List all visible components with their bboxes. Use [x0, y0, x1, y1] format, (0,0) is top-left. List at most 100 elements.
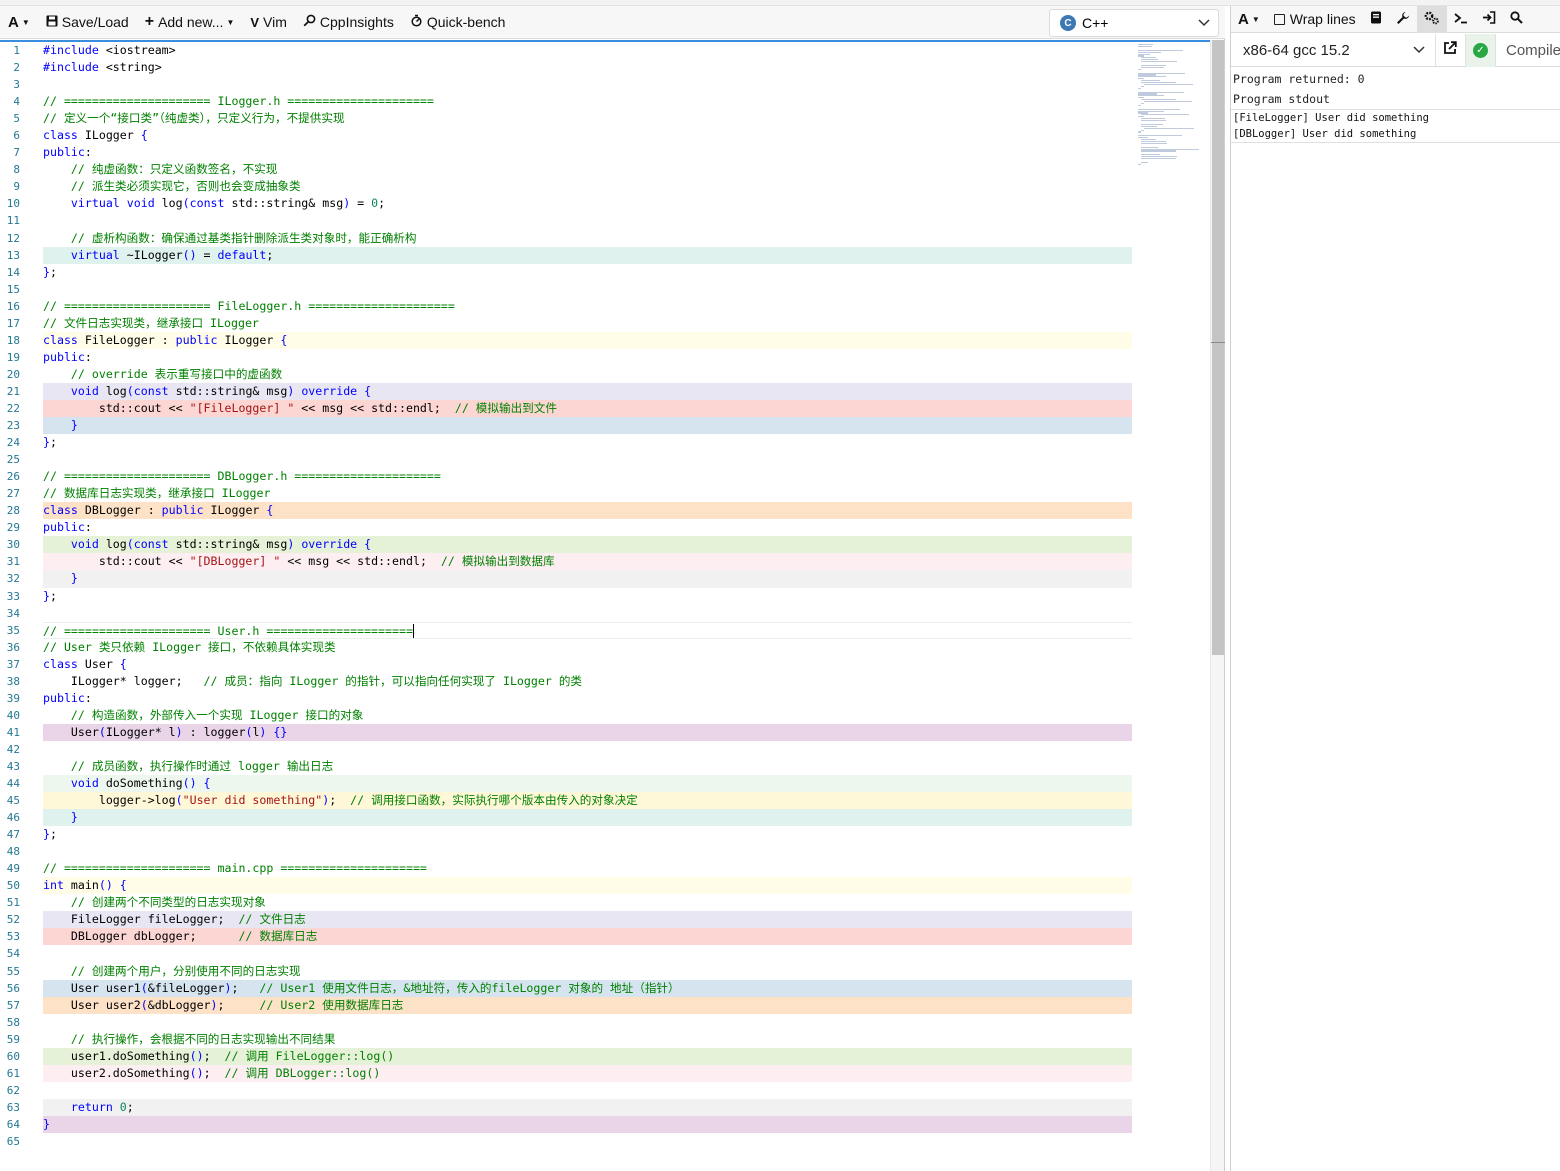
popout-button[interactable]: [1436, 33, 1466, 67]
line-content[interactable]: User user1(&fileLogger); // User1 使用文件日志…: [43, 979, 1132, 997]
line-content[interactable]: class FileLogger : public ILogger {: [43, 331, 1132, 349]
code-line[interactable]: 52 FileLogger fileLogger; // 文件日志: [0, 911, 1132, 929]
line-content[interactable]: int main() {: [43, 877, 1132, 895]
code-line[interactable]: 18 class FileLogger : public ILogger {: [0, 331, 1132, 349]
line-content[interactable]: // 文件日志实现类，继承接口 ILogger: [43, 315, 1132, 332]
line-content[interactable]: [43, 281, 1132, 298]
line-content[interactable]: // ===================== main.cpp ======…: [43, 860, 1132, 877]
line-content[interactable]: virtual ~ILogger() = default;: [43, 246, 1132, 264]
terminal-button[interactable]: [1447, 6, 1475, 33]
line-content[interactable]: DBLogger dbLogger; // 数据库日志: [43, 928, 1132, 946]
language-select[interactable]: C C++: [1049, 9, 1219, 37]
line-content[interactable]: // ===================== ILogger.h =====…: [43, 93, 1132, 110]
code-line[interactable]: 2 #include <string>: [0, 59, 1132, 76]
output-font-button[interactable]: A ▼: [1231, 6, 1267, 33]
line-content[interactable]: User user2(&dbLogger); // User2 使用数据库日志: [43, 996, 1132, 1014]
stdin-button[interactable]: [1475, 6, 1503, 33]
line-content[interactable]: // 构造函数，外部传入一个实现 ILogger 接口的对象: [43, 707, 1132, 724]
search-button[interactable]: [1503, 6, 1530, 33]
line-content[interactable]: };: [43, 826, 1132, 843]
code-line[interactable]: 17 // 文件日志实现类，继承接口 ILogger: [0, 315, 1132, 332]
code-line[interactable]: 42: [0, 741, 1132, 758]
line-content[interactable]: };: [43, 434, 1132, 451]
line-content[interactable]: // ===================== User.h ========…: [43, 621, 1132, 639]
code-line[interactable]: 24};: [0, 434, 1132, 451]
code-line[interactable]: 1 #include <iostream>: [0, 42, 1132, 59]
line-content[interactable]: // 执行操作，会根据不同的日志实现输出不同结果: [43, 1031, 1132, 1048]
line-content[interactable]: void log(const std::string& msg) overrid…: [43, 382, 1132, 400]
line-content[interactable]: FileLogger fileLogger; // 文件日志: [43, 911, 1132, 929]
code-line[interactable]: 26 // ===================== DBLogger.h ==…: [0, 468, 1132, 485]
gears-button[interactable]: [1416, 5, 1447, 33]
code-line[interactable]: 23 }: [0, 417, 1132, 435]
code-line[interactable]: 48: [0, 843, 1132, 860]
code-line[interactable]: 37 class User {: [0, 656, 1132, 673]
line-content[interactable]: // 纯虚函数：只定义函数签名，不实现: [43, 161, 1132, 178]
code-line[interactable]: 63 return 0;: [0, 1098, 1132, 1116]
line-content[interactable]: // ===================== FileLogger.h ==…: [43, 298, 1132, 315]
code-line[interactable]: 49 // ===================== main.cpp ====…: [0, 860, 1132, 877]
line-content[interactable]: [43, 605, 1132, 622]
line-content[interactable]: // 创建两个不同类型的日志实现对象: [43, 894, 1132, 911]
code-line[interactable]: 50 int main() {: [0, 877, 1132, 895]
code-line[interactable]: 51 // 创建两个不同类型的日志实现对象: [0, 894, 1132, 911]
book-button[interactable]: [1363, 6, 1389, 33]
code-line[interactable]: 29 public:: [0, 519, 1132, 536]
line-content[interactable]: void doSomething() {: [43, 775, 1132, 793]
compile-status[interactable]: ✓: [1465, 33, 1496, 67]
code-editor[interactable]: 1 #include <iostream> 2 #include <string> 3 4…: [0, 40, 1210, 1171]
line-content[interactable]: }: [43, 570, 1132, 588]
wrap-lines-toggle[interactable]: Wrap lines: [1267, 6, 1363, 33]
code-line[interactable]: 11: [0, 212, 1132, 229]
line-content[interactable]: };: [43, 264, 1132, 281]
code-line[interactable]: 14};: [0, 264, 1132, 281]
line-content[interactable]: user2.doSomething(); // 调用 DBLogger::log…: [43, 1064, 1132, 1082]
line-content[interactable]: [43, 451, 1132, 468]
code-line[interactable]: 59 // 执行操作，会根据不同的日志实现输出不同结果: [0, 1031, 1132, 1048]
line-content[interactable]: return 0;: [43, 1098, 1132, 1116]
code-line[interactable]: 13 virtual ~ILogger() = default;: [0, 246, 1132, 264]
wrench-button[interactable]: [1389, 6, 1417, 33]
code-line[interactable]: 15: [0, 281, 1132, 298]
code-line[interactable]: 20 // override 表示重写接口中的虚函数: [0, 366, 1132, 383]
line-content[interactable]: // ===================== DBLogger.h ====…: [43, 468, 1132, 485]
code-line[interactable]: 34: [0, 605, 1132, 622]
line-content[interactable]: public:: [43, 349, 1132, 366]
code-line[interactable]: 28 class DBLogger : public ILogger {: [0, 502, 1132, 520]
line-content[interactable]: [43, 945, 1132, 962]
code-line[interactable]: 47};: [0, 826, 1132, 843]
code-line[interactable]: 39 public:: [0, 690, 1132, 707]
line-content[interactable]: // 成员函数，执行操作时通过 logger 输出日志: [43, 758, 1132, 775]
code-line[interactable]: 35 // ===================== User.h ======…: [0, 621, 1132, 639]
line-content[interactable]: logger->log("User did something"); // 调用…: [43, 792, 1132, 810]
line-content[interactable]: #include <string>: [43, 59, 1132, 76]
code-line[interactable]: 16 // ===================== FileLogger.h …: [0, 298, 1132, 315]
code-line[interactable]: 25: [0, 451, 1132, 468]
code-line[interactable]: 8 // 纯虚函数：只定义函数签名，不实现: [0, 161, 1132, 178]
line-content[interactable]: [43, 843, 1132, 860]
line-content[interactable]: public:: [43, 519, 1132, 536]
code-line[interactable]: 44 void doSomething() {: [0, 775, 1132, 793]
code-line[interactable]: 7 public:: [0, 144, 1132, 161]
code-line[interactable]: 30 void log(const std::string& msg) over…: [0, 536, 1132, 554]
code-line[interactable]: 4 // ===================== ILogger.h ====…: [0, 93, 1132, 110]
code-line[interactable]: 46 }: [0, 809, 1132, 827]
code-line[interactable]: 62: [0, 1082, 1132, 1099]
line-content[interactable]: // override 表示重写接口中的虚函数: [43, 366, 1132, 383]
code-line[interactable]: 43 // 成员函数，执行操作时通过 logger 输出日志: [0, 758, 1132, 775]
line-content[interactable]: std::cout << "[FileLogger] " << msg << s…: [43, 399, 1132, 418]
code-line[interactable]: 36 // User 类只依赖 ILogger 接口，不依赖具体实现类: [0, 639, 1132, 656]
code-line[interactable]: 61 user2.doSomething(); // 调用 DBLogger::…: [0, 1064, 1132, 1082]
vim-button[interactable]: V Vim: [242, 6, 295, 39]
line-content[interactable]: }: [43, 417, 1132, 435]
code-line[interactable]: 40 // 构造函数，外部传入一个实现 ILogger 接口的对象: [0, 707, 1132, 724]
code-line[interactable]: 33};: [0, 588, 1132, 605]
line-content[interactable]: class ILogger {: [43, 127, 1132, 144]
code-line[interactable]: 6 class ILogger {: [0, 127, 1132, 144]
line-content[interactable]: // 数据库日志实现类，继承接口 ILogger: [43, 485, 1132, 502]
add-new-button[interactable]: + Add new... ▼: [137, 6, 243, 39]
code-line[interactable]: 32 }: [0, 570, 1132, 588]
code-line[interactable]: 12 // 虚析构函数：确保通过基类指针删除派生类对象时，能正确析构: [0, 230, 1132, 247]
code-line[interactable]: 57 User user2(&dbLogger); // User2 使用数据库…: [0, 996, 1132, 1014]
code-line[interactable]: 9 // 派生类必须实现它，否则也会变成抽象类: [0, 178, 1132, 195]
